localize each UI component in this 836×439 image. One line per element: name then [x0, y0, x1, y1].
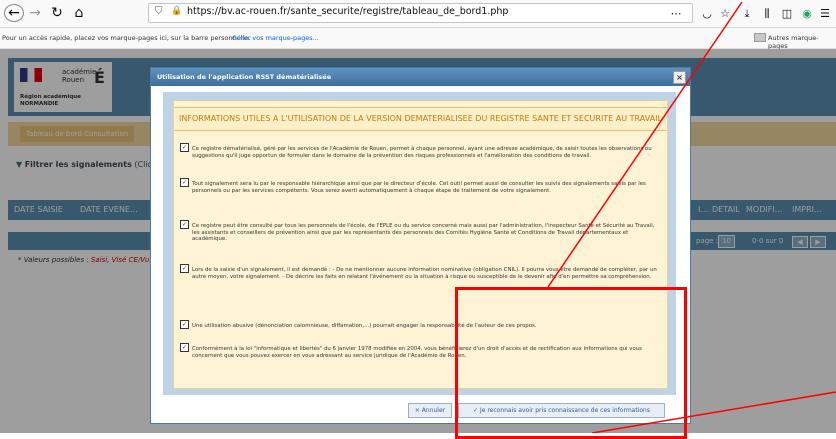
annotation-lines	[547, 1, 836, 433]
annotation-line-top	[547, 1, 743, 288]
annotation-line-bottom	[591, 391, 836, 433]
